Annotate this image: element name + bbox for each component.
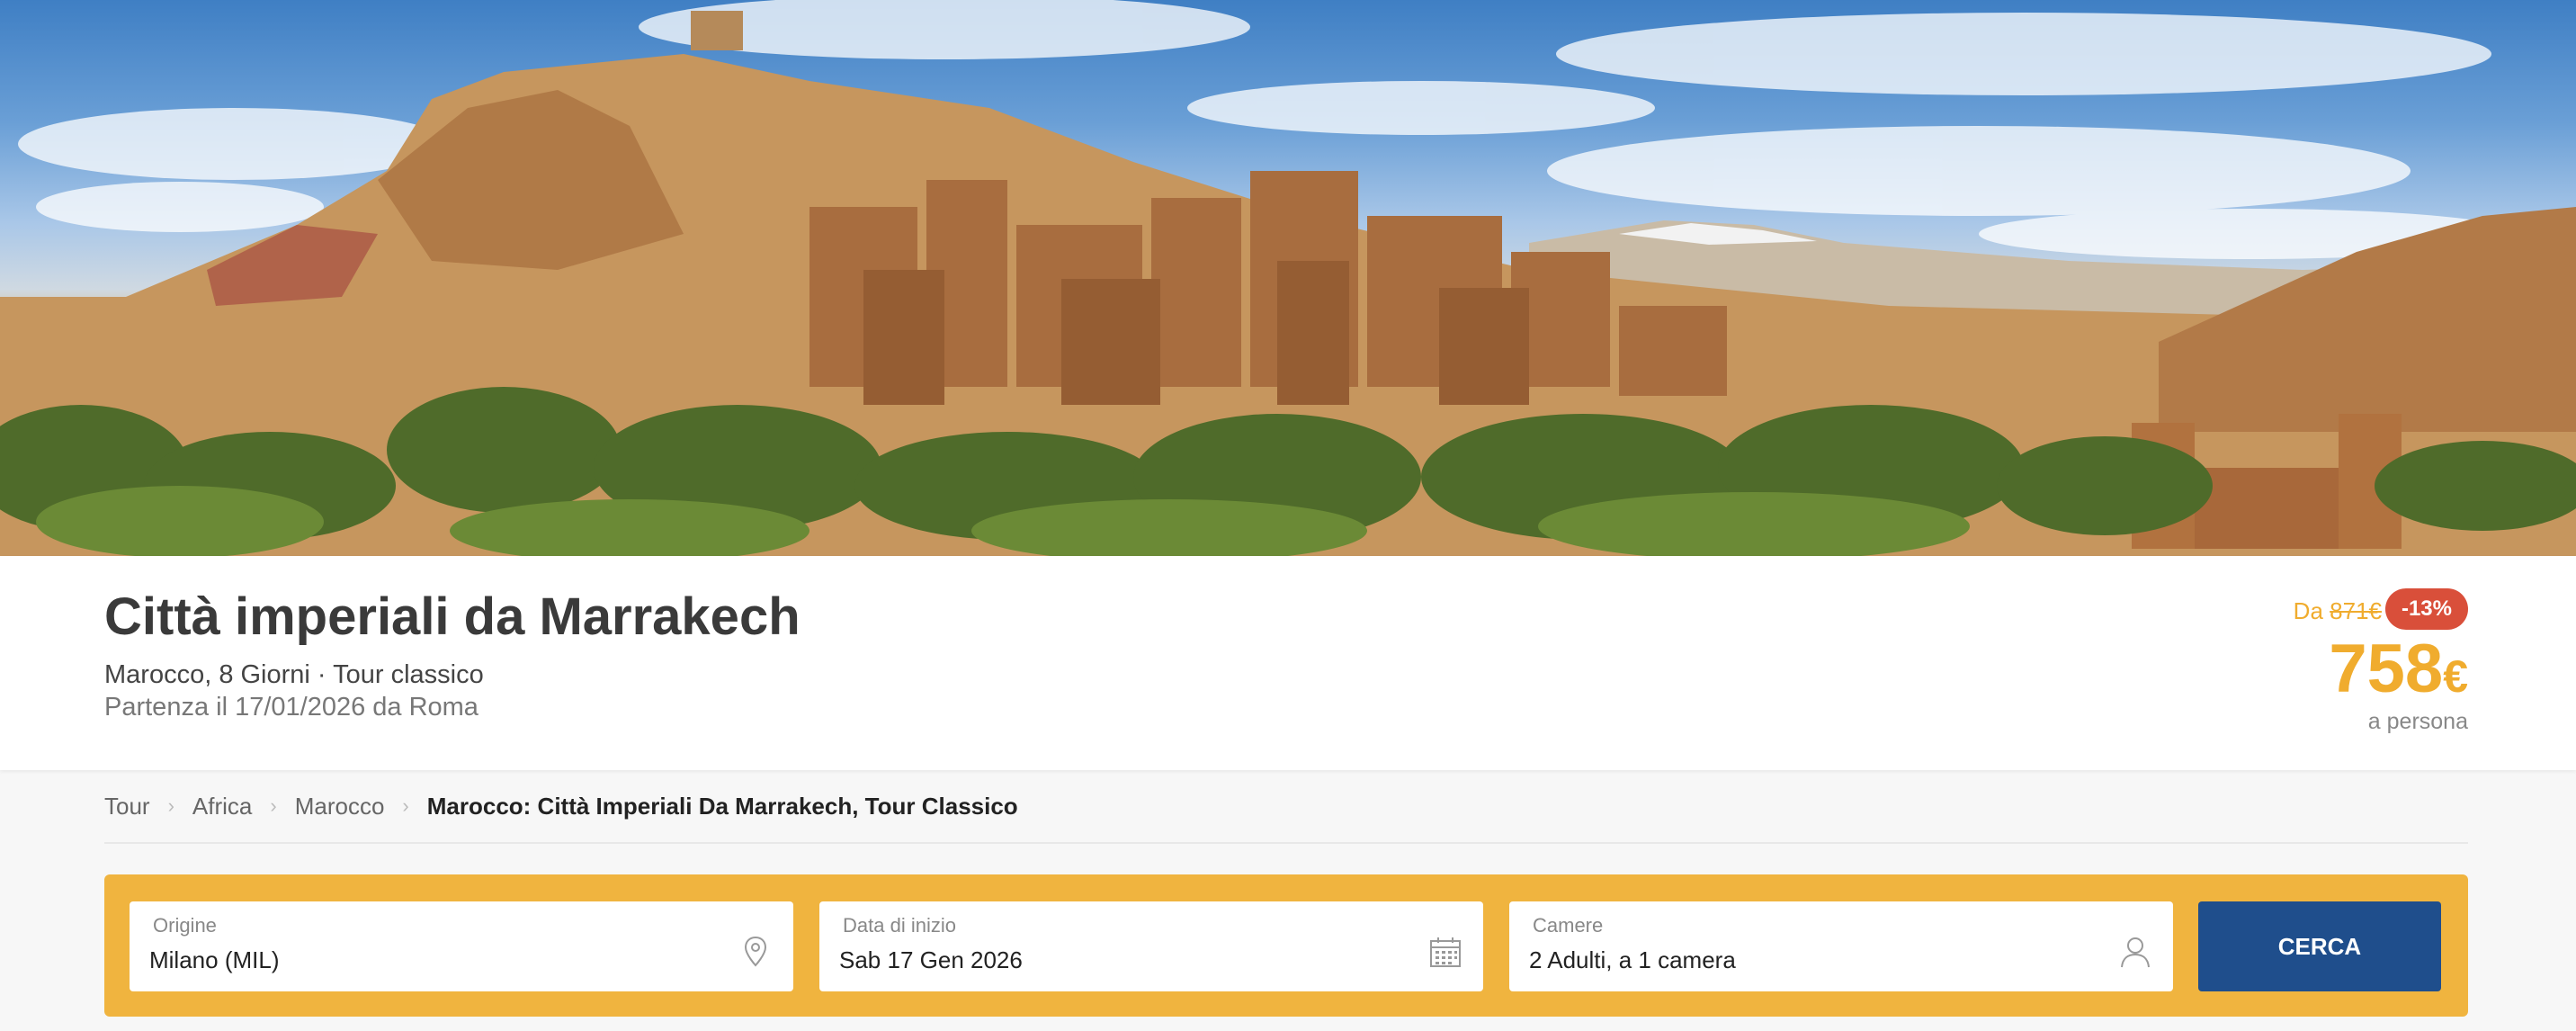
origin-field[interactable]: Origine Milano (MIL) — [130, 901, 793, 991]
breadcrumb-item-marocco[interactable]: Marocco — [295, 793, 385, 820]
calendar-icon — [1430, 937, 1461, 967]
origin-value: Milano (MIL) — [149, 946, 280, 973]
start-date-value: Sab 17 Gen 2026 — [839, 946, 1023, 973]
tour-title: Città imperiali da Marrakech — [104, 587, 801, 646]
breadcrumb-item-africa[interactable]: Africa — [192, 793, 252, 820]
rooms-value: 2 Adulti, a 1 camera — [1529, 946, 1736, 973]
hero-image — [0, 0, 2576, 556]
location-pin-icon — [744, 936, 767, 967]
price-currency: € — [2443, 651, 2468, 702]
current-price: 758€ — [2329, 630, 2468, 708]
kasbah-landscape-illustration — [0, 0, 2576, 556]
rooms-field[interactable]: Camere 2 Adulti, a 1 camera — [1509, 901, 2173, 991]
breadcrumb: Tour › Africa › Marocco › Marocco: Città… — [104, 790, 1018, 822]
start-date-label: Data di inizio — [843, 914, 956, 937]
chevron-right-icon: › — [270, 794, 277, 817]
search-bar: Origine Milano (MIL) Data di inizio Sab … — [104, 874, 2468, 1017]
discount-badge: -13% — [2384, 588, 2468, 630]
chevron-right-icon: › — [167, 794, 174, 817]
origin-label: Origine — [153, 914, 217, 937]
price-from-label: Da — [2293, 597, 2323, 624]
tour-departure: Partenza il 17/01/2026 da Roma — [104, 693, 479, 722]
search-button[interactable]: CERCA — [2198, 901, 2441, 991]
chevron-right-icon: › — [402, 794, 409, 817]
user-icon — [2121, 937, 2150, 968]
divider — [104, 842, 2468, 844]
price-amount: 758 — [2329, 631, 2444, 707]
rooms-label: Camere — [1533, 914, 1604, 937]
per-person-label: a persona — [2367, 709, 2468, 734]
old-price: 871€ — [2330, 597, 2382, 624]
tour-subtitle: Marocco, 8 Giorni · Tour classico — [104, 660, 484, 689]
price-from: Da 871€ — [2294, 597, 2382, 625]
breadcrumb-item-tour[interactable]: Tour — [104, 793, 150, 820]
breadcrumb-current: Marocco: Città Imperiali Da Marrakech, T… — [426, 792, 1018, 820]
start-date-field[interactable]: Data di inizio Sab 17 Gen 2026 — [819, 901, 1483, 991]
tour-header: Città imperiali da Marrakech Marocco, 8 … — [0, 556, 2576, 770]
